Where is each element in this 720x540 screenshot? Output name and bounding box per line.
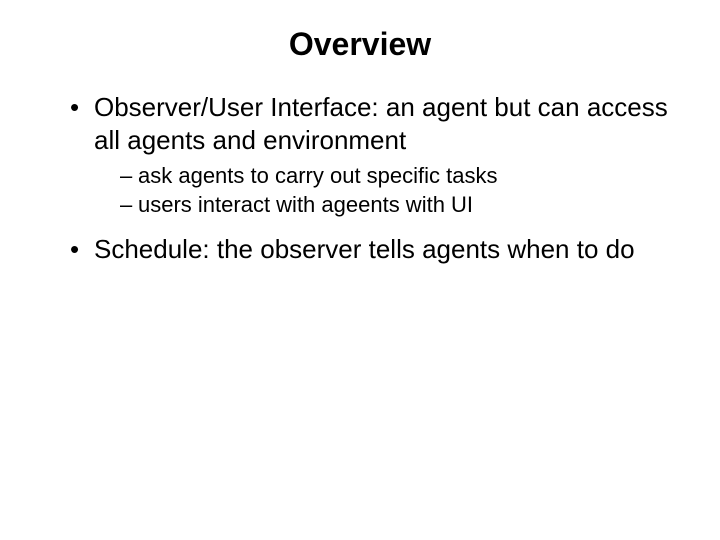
bullet-text: Schedule: the observer tells agents when… [94, 234, 635, 264]
bullet-item: Observer/User Interface: an agent but ca… [70, 91, 680, 219]
sub-item: ask agents to carry out specific tasks [120, 162, 680, 191]
bullet-item: Schedule: the observer tells agents when… [70, 233, 680, 266]
bullet-list: Observer/User Interface: an agent but ca… [40, 91, 680, 266]
sub-item: users interact with ageents with UI [120, 191, 680, 220]
sub-list: ask agents to carry out specific tasks u… [94, 162, 680, 219]
bullet-text: Observer/User Interface: an agent but ca… [94, 92, 668, 155]
slide-title: Overview [40, 26, 680, 63]
